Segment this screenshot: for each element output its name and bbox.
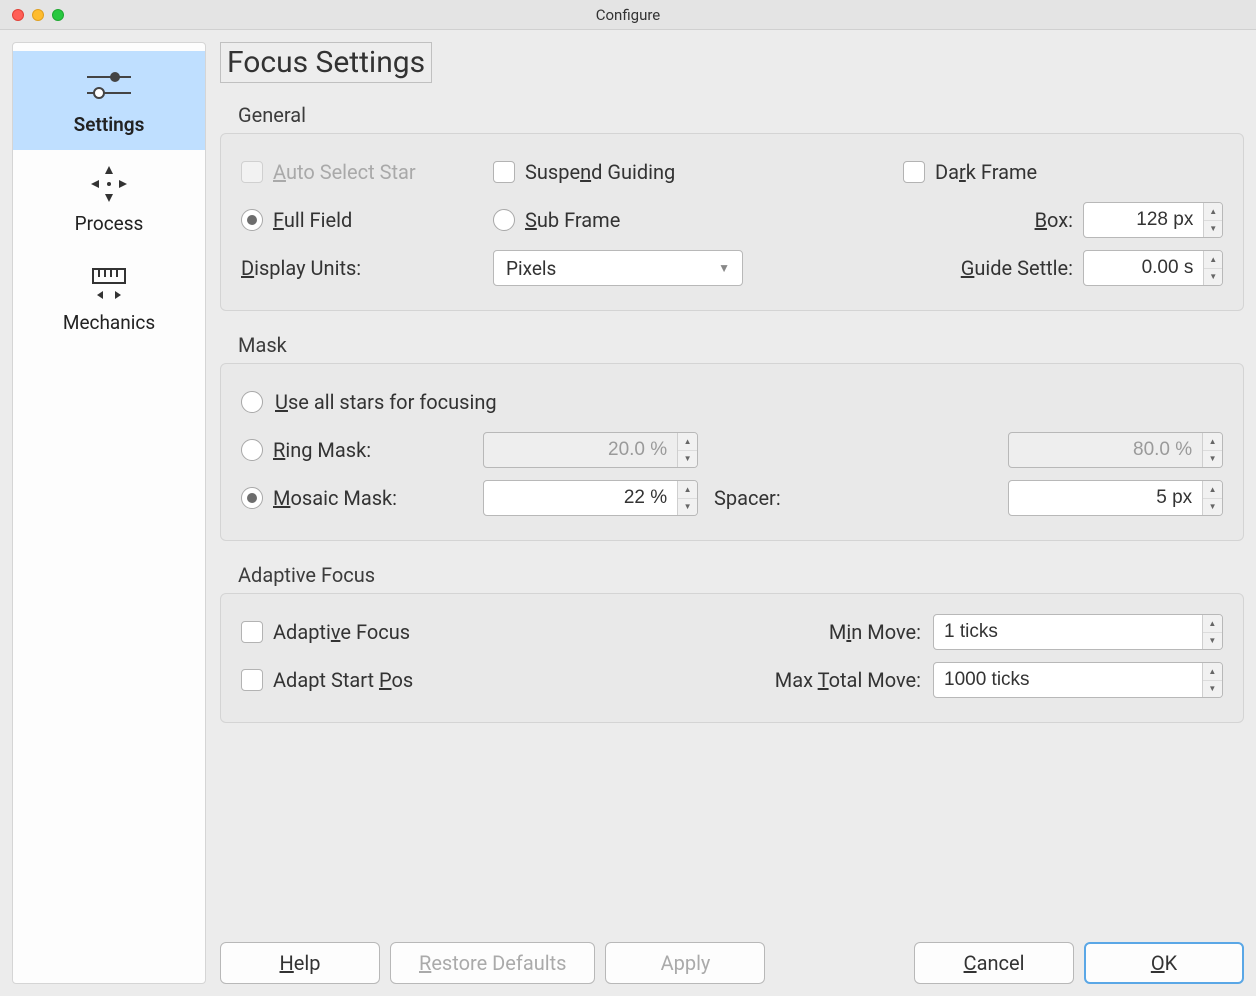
spacer-spinbox[interactable]: ▲ ▼ [1008,480,1223,516]
guide-settle-spinbox[interactable]: ▲ ▼ [1083,250,1223,286]
suspend-guiding-checkbox[interactable] [493,161,515,183]
spin-up-icon[interactable]: ▲ [1204,251,1222,269]
sidebar-item-mechanics[interactable]: Mechanics [13,249,205,348]
auto-select-star-checkbox [241,161,263,183]
spin-up-icon[interactable]: ▲ [1203,481,1222,499]
titlebar: Configure [0,0,1256,30]
min-move-value[interactable] [934,615,1202,649]
spin-down-icon[interactable]: ▼ [1203,633,1222,650]
spin-up-icon[interactable]: ▲ [1203,615,1222,633]
group-label-adaptive: Adaptive Focus [238,563,1244,587]
spin-down-icon: ▼ [678,451,697,468]
mosaic-mask-radio[interactable] [241,487,263,509]
guide-settle-value[interactable] [1084,251,1203,285]
sidebar-item-label: Settings [74,113,145,136]
main-panel: Focus Settings General Auto Select Star … [220,42,1244,984]
full-field-label: Full Field [273,208,352,232]
group-label-mask: Mask [238,333,1244,357]
apply-button[interactable]: Apply [605,942,765,984]
sidebar-item-label: Mechanics [63,311,155,334]
box-value[interactable] [1084,203,1203,237]
spacer-value[interactable] [1009,481,1202,515]
spin-up-icon[interactable]: ▲ [1204,203,1222,221]
spin-down-icon[interactable]: ▼ [1204,269,1222,286]
adaptive-focus-checkbox[interactable] [241,621,263,643]
ruler-icon [81,261,137,305]
sidebar-item-process[interactable]: Process [13,150,205,249]
display-units-value: Pixels [506,257,556,280]
page-title: Focus Settings [220,42,432,83]
group-general: Auto Select Star Suspend Guiding Dark Fr… [220,133,1244,311]
spin-down-icon[interactable]: ▼ [1203,499,1222,516]
sub-frame-radio[interactable] [493,209,515,231]
box-label: Box: [1035,208,1073,232]
adapt-start-pos-label: Adapt Start Pos [273,668,413,692]
ring-mask-label: Ring Mask: [273,438,371,462]
ring-outer-value [1009,433,1202,467]
mosaic-value[interactable] [484,481,677,515]
traffic-lights [0,9,64,21]
auto-select-star-label: Auto Select Star [273,160,416,184]
minimize-icon[interactable] [32,9,44,21]
full-field-radio[interactable] [241,209,263,231]
sliders-icon [81,63,137,107]
ring-inner-spinbox: ▲ ▼ [483,432,698,468]
use-all-stars-radio[interactable] [241,391,263,413]
chevron-down-icon: ▼ [718,261,730,275]
button-row: Help Restore Defaults Apply Cancel OK [220,932,1244,984]
adapt-start-pos-checkbox[interactable] [241,669,263,691]
max-total-spinbox[interactable]: ▲ ▼ [933,662,1223,698]
ring-inner-value [484,433,677,467]
min-move-label: Min Move: [721,620,921,644]
use-all-stars-label: Use all stars for focusing [275,390,497,414]
spin-up-icon: ▲ [678,433,697,451]
spin-down-icon[interactable]: ▼ [1203,681,1222,698]
max-total-label: Max Total Move: [721,668,921,692]
spin-up-icon: ▲ [1203,433,1222,451]
sidebar: Settings Process [12,42,206,984]
spin-up-icon[interactable]: ▲ [678,481,697,499]
spin-down-icon: ▼ [1203,451,1222,468]
max-total-value[interactable] [934,663,1202,697]
spacer-label: Spacer: [714,486,781,510]
sidebar-item-settings[interactable]: Settings [13,51,205,150]
ring-outer-spinbox: ▲ ▼ [1008,432,1223,468]
move-arrows-icon [81,162,137,206]
ring-mask-radio[interactable] [241,439,263,461]
close-icon[interactable] [12,9,24,21]
guide-settle-label: Guide Settle: [961,256,1073,280]
spin-up-icon[interactable]: ▲ [1203,663,1222,681]
suspend-guiding-label: Suspend Guiding [525,160,675,184]
mosaic-mask-label: Mosaic Mask: [273,486,397,510]
help-button[interactable]: Help [220,942,380,984]
restore-defaults-button[interactable]: Restore Defaults [390,942,595,984]
window-title: Configure [0,6,1256,24]
sidebar-item-label: Process [75,212,144,235]
spin-down-icon[interactable]: ▼ [1204,221,1222,238]
box-spinbox[interactable]: ▲ ▼ [1083,202,1223,238]
adaptive-focus-label: Adaptive Focus [273,620,410,644]
configure-window: Configure Settings [0,0,1256,996]
group-adaptive: Adaptive Focus Min Move: ▲ ▼ [220,593,1244,723]
spin-down-icon[interactable]: ▼ [678,499,697,516]
dark-frame-label: Dark Frame [935,160,1037,184]
group-label-general: General [238,103,1244,127]
min-move-spinbox[interactable]: ▲ ▼ [933,614,1223,650]
display-units-label: Display Units: [241,256,361,280]
cancel-button[interactable]: Cancel [914,942,1074,984]
sub-frame-label: Sub Frame [525,208,620,232]
display-units-select[interactable]: Pixels ▼ [493,250,743,286]
maximize-icon[interactable] [52,9,64,21]
ok-button[interactable]: OK [1084,942,1244,984]
dark-frame-checkbox[interactable] [903,161,925,183]
mosaic-spinbox[interactable]: ▲ ▼ [483,480,698,516]
group-mask: Use all stars for focusing Ring Mask: ▲ … [220,363,1244,541]
